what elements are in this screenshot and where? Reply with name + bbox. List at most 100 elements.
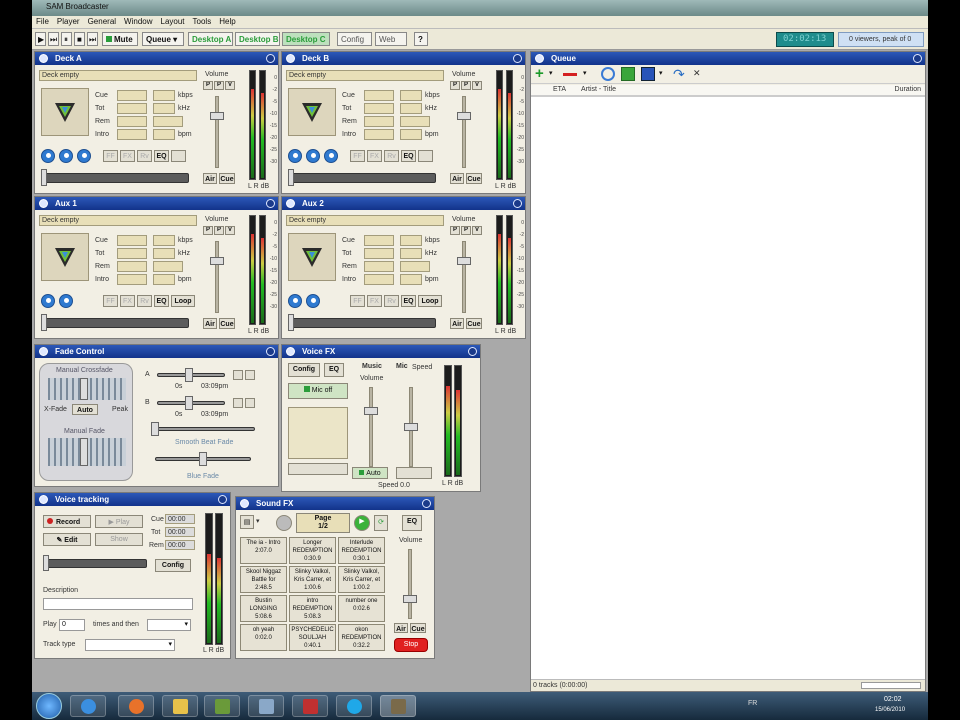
deck-position-knob[interactable]: [41, 169, 47, 186]
search-icon[interactable]: [601, 67, 615, 81]
deck-pfl-button-2[interactable]: V: [472, 226, 482, 235]
menu-window[interactable]: Window: [120, 16, 156, 26]
smooth-fade-knob[interactable]: [151, 422, 159, 436]
panel-menu-icon[interactable]: [39, 54, 48, 63]
deck-position-slider[interactable]: [288, 173, 436, 183]
description-input[interactable]: [43, 598, 193, 610]
deck-fx-button-0[interactable]: FF: [350, 150, 365, 162]
skip-end-icon[interactable]: ⏭: [87, 32, 98, 46]
sfx-stop-button[interactable]: Stop: [394, 638, 428, 652]
deck-volume-slider[interactable]: [462, 241, 466, 313]
sfx-air-button[interactable]: Air: [394, 623, 408, 633]
panel-menu-icon[interactable]: [286, 199, 295, 208]
panel-menu-icon[interactable]: [535, 54, 544, 63]
redo-icon[interactable]: ↷: [673, 66, 685, 82]
config-button[interactable]: Config: [337, 32, 372, 46]
menu-general[interactable]: General: [84, 16, 120, 26]
sfx-prev-icon[interactable]: [276, 515, 292, 531]
deck-position-slider[interactable]: [41, 173, 189, 183]
add-icon[interactable]: +: [535, 66, 544, 82]
deck-pfl-button-1[interactable]: P: [461, 81, 471, 90]
deck-cue-button[interactable]: Cue: [219, 318, 235, 329]
menu-file[interactable]: File: [32, 16, 53, 26]
queue-col-duration[interactable]: Duration: [895, 86, 921, 93]
crossfade-knob[interactable]: [80, 378, 88, 400]
sfx-eq-button[interactable]: EQ: [402, 515, 422, 531]
play-count-input[interactable]: 0: [59, 619, 85, 631]
taskbar-ie[interactable]: [70, 695, 106, 717]
sfx-cell[interactable]: number one 0:02.6: [338, 595, 385, 622]
sfx-cell[interactable]: Slinky Valkol, Kris Carrer, et 1:00.6: [289, 566, 336, 593]
help-button[interactable]: ?: [414, 32, 428, 46]
sfx-cell[interactable]: oh yeah 0:02.0: [240, 624, 287, 651]
desktop-b-tab[interactable]: Desktop B: [235, 32, 280, 46]
next-icon[interactable]: ⏭: [48, 32, 59, 46]
vt-config-button[interactable]: Config: [155, 559, 191, 572]
mic-off-button[interactable]: Mic off: [288, 383, 348, 399]
queue-dropdown[interactable]: Queue ▾: [142, 32, 184, 46]
menu-tools[interactable]: Tools: [189, 16, 216, 26]
fade-b-btn1[interactable]: [233, 398, 243, 408]
taskbar-tool[interactable]: [248, 695, 284, 717]
panel-close-icon[interactable]: [422, 499, 431, 508]
sfx-dropdown-icon[interactable]: ▾: [256, 517, 260, 525]
shuffle-icon[interactable]: [621, 67, 635, 81]
deck-pause-icon[interactable]: [59, 294, 73, 308]
smooth-fade-slider[interactable]: [155, 427, 255, 431]
taskbar-firefox[interactable]: [118, 695, 154, 717]
panel-close-icon[interactable]: [468, 347, 477, 356]
deck-volume-slider[interactable]: [215, 96, 219, 168]
deck-pfl-button-0[interactable]: P: [203, 226, 213, 235]
deck-play-icon[interactable]: [41, 294, 55, 308]
record-button[interactable]: Record: [43, 515, 91, 528]
desktop-a-tab[interactable]: Desktop A: [188, 32, 233, 46]
queue-col-artist-title[interactable]: Artist - Title: [581, 86, 616, 93]
deck-fx-button-1[interactable]: FX: [120, 150, 135, 162]
deck-fx-button-1[interactable]: FX: [120, 295, 135, 307]
stop-icon[interactable]: ■: [74, 32, 85, 46]
deck-pause-icon[interactable]: [306, 149, 320, 163]
add-dropdown-icon[interactable]: ▾: [549, 69, 553, 77]
panel-menu-icon[interactable]: [286, 347, 295, 356]
deck-volume-knob[interactable]: [457, 112, 471, 120]
deck-volume-knob[interactable]: [457, 257, 471, 265]
sfx-volume-knob[interactable]: [403, 595, 417, 603]
panel-close-icon[interactable]: [913, 54, 922, 63]
deck-fx-button-0[interactable]: FF: [103, 295, 118, 307]
deck-pfl-button-1[interactable]: P: [461, 226, 471, 235]
deck-pause-icon[interactable]: [306, 294, 320, 308]
sfx-cell[interactable]: Longer REDEMPTION 0:30.9: [289, 537, 336, 564]
taskbar-time[interactable]: 02:02: [884, 696, 902, 703]
desktop-c-tab[interactable]: Desktop C: [282, 32, 330, 46]
panel-close-icon[interactable]: [218, 495, 227, 504]
deck-pfl-button-2[interactable]: V: [225, 226, 235, 235]
deck-cue-button[interactable]: Cue: [466, 318, 482, 329]
language-indicator[interactable]: FR: [748, 700, 757, 707]
deck-pfl-button-1[interactable]: P: [214, 81, 224, 90]
clear-icon[interactable]: ✕: [693, 68, 701, 79]
menu-player[interactable]: Player: [53, 16, 84, 26]
deck-volume-slider[interactable]: [462, 96, 466, 168]
mic-volume-knob[interactable]: [404, 423, 418, 431]
fade-a-btn2[interactable]: [245, 370, 255, 380]
queue-list[interactable]: [531, 96, 925, 679]
sfx-cell[interactable]: Bustin LONGING 5:08.6: [240, 595, 287, 622]
voicefx-auto-button[interactable]: Auto: [352, 467, 388, 479]
deck-fx-button-0[interactable]: FF: [103, 150, 118, 162]
vt-edit-button[interactable]: ✎ Edit: [43, 533, 91, 546]
fade-b-knob[interactable]: [185, 396, 193, 410]
panel-menu-icon[interactable]: [39, 495, 48, 504]
save-dropdown-icon[interactable]: ▾: [659, 69, 663, 77]
panel-menu-icon[interactable]: [39, 347, 48, 356]
deck-play-icon[interactable]: [41, 149, 55, 163]
deck-fx-button-1[interactable]: FX: [367, 150, 382, 162]
deck-fx-button-2[interactable]: Rv: [384, 150, 399, 162]
sfx-cell[interactable]: Interlude REDEMPTION 0:30.1: [338, 537, 385, 564]
sfx-volume-slider[interactable]: [408, 549, 412, 619]
panel-menu-icon[interactable]: [286, 54, 295, 63]
deck-eq-button[interactable]: EQ: [154, 150, 169, 162]
taskbar-date[interactable]: 15/06/2010: [875, 707, 905, 713]
sfx-refresh-icon[interactable]: ⟳: [374, 515, 388, 531]
deck-pfl-button-1[interactable]: P: [214, 226, 224, 235]
fade-a-knob[interactable]: [185, 368, 193, 382]
